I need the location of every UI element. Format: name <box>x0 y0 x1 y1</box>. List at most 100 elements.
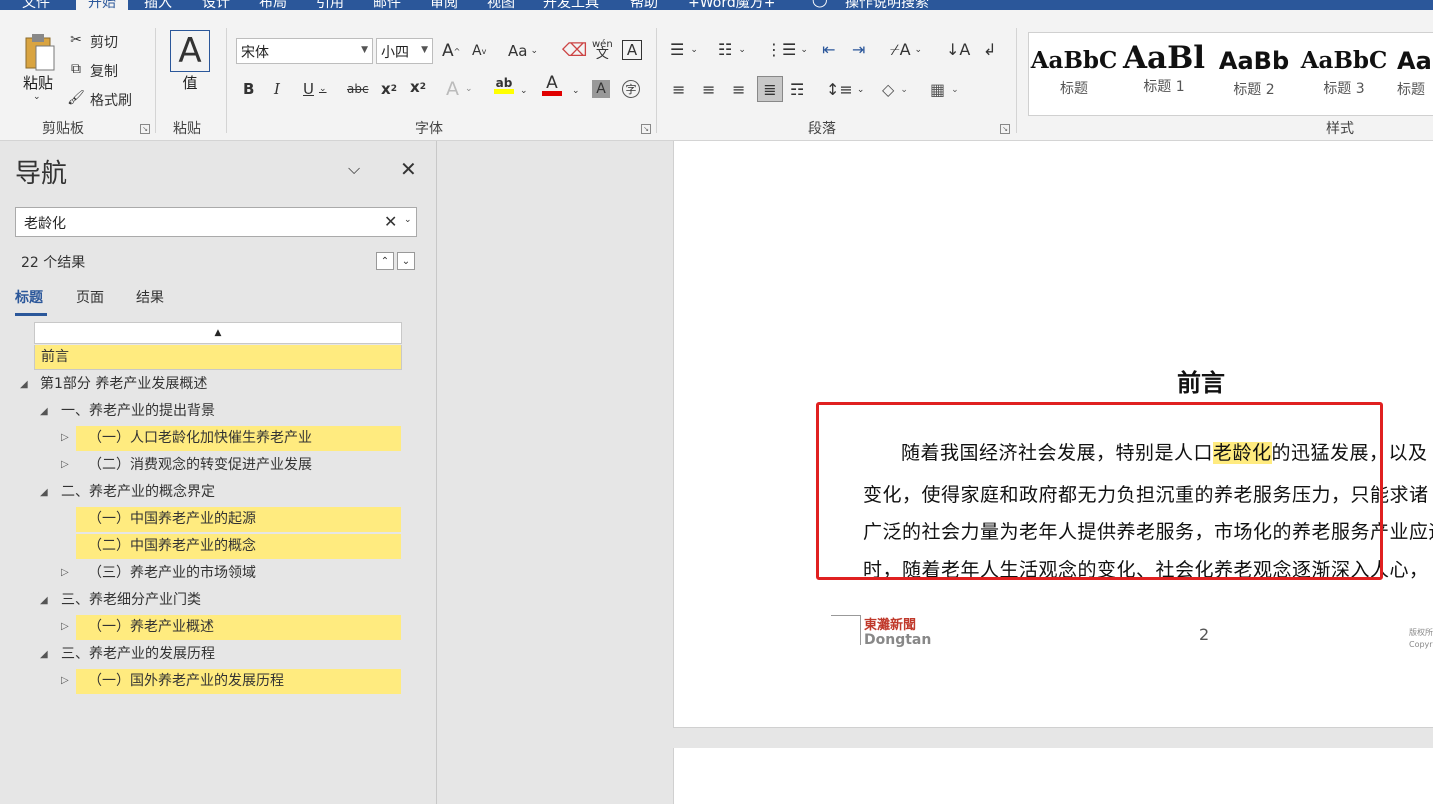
paste-icon[interactable] <box>18 32 58 72</box>
tab-mailings[interactable]: 邮件 <box>373 0 401 10</box>
tree-item-concept[interactable]: （二）中国养老产业的概念 <box>76 534 401 559</box>
superscript-button[interactable]: x2 <box>410 78 426 96</box>
close-icon[interactable]: ✕ <box>400 157 417 181</box>
tree-item-part1[interactable]: 第1部分 养老产业发展概述 <box>40 372 207 397</box>
align-left-icon[interactable]: ≡ <box>672 80 685 99</box>
tree-item-segments[interactable]: 三、养老细分产业门类 <box>61 588 201 613</box>
text-effects-icon[interactable]: A ⌄ <box>446 78 473 100</box>
enclose-characters-icon[interactable]: 字 <box>622 80 640 98</box>
tree-item-overview[interactable]: （一）养老产业概述 <box>76 615 401 640</box>
tree-item-history[interactable]: 三、养老产业的发展历程 <box>61 642 215 667</box>
shrink-font-button[interactable]: Av <box>472 43 486 59</box>
sort-icon[interactable]: ↓A <box>946 40 970 59</box>
bold-button[interactable]: B <box>243 80 254 98</box>
next-result-icon[interactable]: ⌄ <box>397 252 415 270</box>
copy-button[interactable]: 复制 <box>90 61 118 81</box>
subscript-button[interactable]: x2 <box>381 80 397 98</box>
tab-developer[interactable]: 开发工具 <box>543 0 599 10</box>
underline-button[interactable]: U ⌄ <box>303 80 327 98</box>
change-case-button[interactable]: Aa ⌄ <box>508 42 538 60</box>
nav-options-chevron-icon[interactable]: ⌵ <box>348 159 360 179</box>
nav-tab-results[interactable]: 结果 <box>136 287 164 307</box>
tree-item-foreign-history[interactable]: （一）国外养老产业的发展历程 <box>76 669 401 694</box>
borders-icon[interactable]: ▦ ⌄ <box>930 80 959 99</box>
character-border-icon[interactable]: A <box>622 40 642 60</box>
tree-item-aging[interactable]: （一）人口老龄化加快催生养老产业 <box>76 426 401 451</box>
clear-search-icon[interactable]: ✕ <box>384 212 397 231</box>
chevron-down-icon[interactable]: ▼ <box>421 45 428 55</box>
next-page[interactable] <box>673 748 1433 804</box>
tab-references[interactable]: 引用 <box>316 0 344 10</box>
line-spacing-icon[interactable]: ↕≡ ⌄ <box>826 80 864 99</box>
expanded-triangle-icon[interactable]: ◢ <box>40 487 48 498</box>
multilevel-list-icon[interactable]: ⋮☰ ⌄ <box>766 40 808 59</box>
paste-values-button[interactable]: 值 <box>170 72 210 93</box>
tab-layout[interactable]: 布局 <box>259 0 287 10</box>
paste-dropdown-chevron-icon[interactable]: ⌄ <box>33 92 41 102</box>
align-right-icon[interactable]: ≡ <box>732 80 745 99</box>
tab-view[interactable]: 视图 <box>487 0 515 10</box>
nav-search-input[interactable]: 老龄化 <box>15 207 417 237</box>
font-color-icon[interactable]: A <box>542 75 562 96</box>
previous-result-icon[interactable]: ⌃ <box>376 252 394 270</box>
font-size-combo[interactable]: 小四 ▼ <box>376 38 433 64</box>
style-heading-2[interactable]: AaBb 标题 2 <box>1209 33 1299 115</box>
format-painter-button[interactable]: 格式刷 <box>90 90 132 110</box>
grow-font-button[interactable]: A ^ <box>442 41 460 61</box>
strikethrough-button[interactable]: abc <box>347 82 369 96</box>
clear-formatting-icon[interactable]: ⌫ <box>562 40 587 61</box>
italic-button[interactable]: I <box>274 80 280 98</box>
align-center-icon[interactable]: ≡ <box>702 80 715 99</box>
expanded-triangle-icon[interactable]: ◢ <box>40 406 48 417</box>
paste-button[interactable]: 粘贴 <box>18 72 58 93</box>
tab-insert[interactable]: 插入 <box>144 0 172 10</box>
tree-item-background[interactable]: 一、养老产业的提出背景 <box>61 399 215 424</box>
tab-word-mofang[interactable]: +Word魔方+ <box>688 0 775 10</box>
tree-item-preface[interactable]: 前言 <box>34 345 402 370</box>
style-title[interactable]: AaBbC 标题 <box>1029 33 1119 115</box>
tell-me-search[interactable]: 操作说明搜索 <box>845 0 929 10</box>
collapsed-triangle-icon[interactable]: ▷ <box>61 675 69 686</box>
chevron-down-icon[interactable]: ▼ <box>361 45 368 55</box>
increase-indent-icon[interactable]: ⇥ <box>852 40 865 59</box>
expanded-triangle-icon[interactable]: ◢ <box>40 649 48 660</box>
highlight-color-icon[interactable]: ab <box>494 77 514 94</box>
nav-tab-pages[interactable]: 页面 <box>76 287 104 307</box>
tab-design[interactable]: 设计 <box>202 0 230 10</box>
chevron-down-icon[interactable]: ⌄ <box>572 86 580 96</box>
decrease-indent-icon[interactable]: ⇤ <box>822 40 835 59</box>
font-launcher-icon[interactable]: ↘ <box>641 124 651 134</box>
tab-help[interactable]: 帮助 <box>630 0 658 10</box>
paragraph-launcher-icon[interactable]: ↘ <box>1000 124 1010 134</box>
bullets-icon[interactable]: ☰ ⌄ <box>670 40 698 59</box>
shading-bucket-icon[interactable]: ◇ ⌄ <box>882 80 908 99</box>
show-hide-marks-icon[interactable]: ↲ <box>983 40 996 59</box>
search-options-chevron-icon[interactable]: ⌄ <box>404 215 412 225</box>
collapsed-triangle-icon[interactable]: ▷ <box>61 459 69 470</box>
collapse-top-icon[interactable]: ▲ <box>34 322 402 344</box>
chevron-down-icon[interactable]: ⌄ <box>520 86 528 96</box>
nav-tab-headings[interactable]: 标题 <box>15 287 43 307</box>
expanded-triangle-icon[interactable]: ◢ <box>20 379 28 390</box>
style-heading-1[interactable]: AaBl 标题 1 <box>1119 33 1209 115</box>
doc-heading[interactable]: 前言 <box>1177 363 1225 398</box>
distributed-align-icon[interactable]: ☶ <box>790 80 804 99</box>
style-heading-3[interactable]: AaBbC 标题 3 <box>1299 33 1389 115</box>
lightbulb-icon[interactable]: ◯ <box>812 0 828 8</box>
tab-review[interactable]: 审阅 <box>430 0 458 10</box>
justify-icon[interactable]: ≣ <box>757 76 783 102</box>
tree-item-definition[interactable]: 二、养老产业的概念界定 <box>61 480 215 505</box>
phonetic-guide-icon[interactable]: wén 文 <box>592 40 613 62</box>
expanded-triangle-icon[interactable]: ◢ <box>40 595 48 606</box>
numbering-icon[interactable]: ☷ ⌄ <box>718 40 746 59</box>
tree-item-market[interactable]: （三）养老产业的市场领域 <box>76 561 256 586</box>
tree-item-origin[interactable]: （一）中国养老产业的起源 <box>76 507 401 532</box>
font-name-combo[interactable]: 宋体 ▼ <box>236 38 373 64</box>
style-title-2[interactable]: AaBb标题 <box>1389 33 1433 115</box>
chinese-layout-icon[interactable]: ⌿A ⌄ <box>890 40 922 60</box>
tab-home[interactable]: 开始 <box>76 0 128 10</box>
collapsed-triangle-icon[interactable]: ▷ <box>61 432 69 443</box>
character-shading-icon[interactable]: A <box>592 80 610 98</box>
collapsed-triangle-icon[interactable]: ▷ <box>61 621 69 632</box>
document-page[interactable]: 前言 随着我国经济社会发展，特别是人口老龄化的迅猛发展，以及 变化，使得家庭和政… <box>673 141 1433 728</box>
